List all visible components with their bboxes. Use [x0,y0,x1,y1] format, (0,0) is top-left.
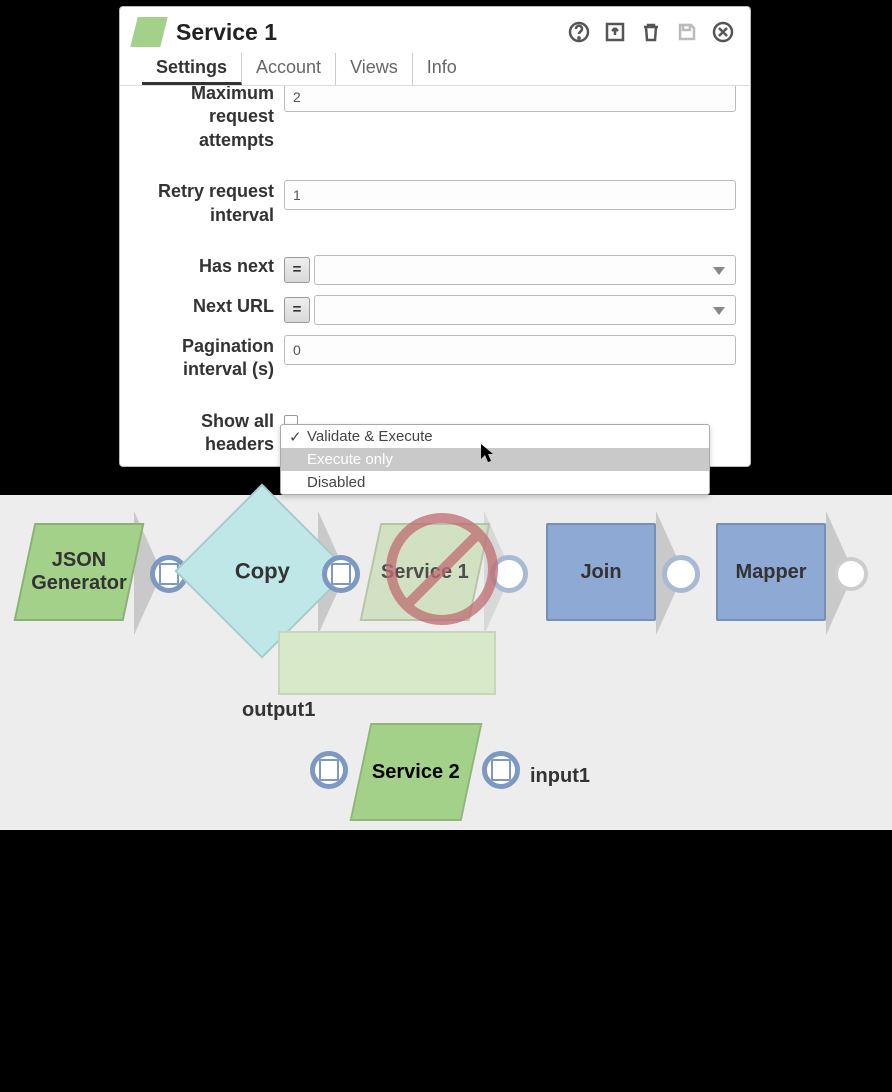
expr-toggle-has-next[interactable]: = [284,257,310,283]
trash-icon[interactable] [638,19,664,45]
tab-views[interactable]: Views [336,53,413,85]
tab-account[interactable]: Account [242,53,336,85]
row-pagination: Pagination interval (s) [134,335,736,382]
hand-cursor-icon: ☟ [705,1067,717,1092]
mouse-cursor-icon [480,443,494,463]
settings-dialog: Service 1 Settings Account Views Info Ma… [119,6,751,467]
dd-option-disabled[interactable]: Disabled [281,471,709,494]
close-icon[interactable] [710,19,736,45]
label-next-url: Next URL [134,295,284,318]
node-label: Join [580,561,621,584]
node-service-2[interactable]: Service 2 [350,723,483,821]
label-output1: output1 [242,699,315,722]
row-max-attempts: Maximum request attempts [134,86,736,152]
dialog-header: Service 1 [120,7,750,53]
node-json-generator[interactable]: JSON Generator [14,523,145,621]
input-retry-interval[interactable] [284,180,736,210]
snap-glyph-icon [130,17,167,47]
node-label: JSON Generator [26,549,132,595]
connector-doc-icon[interactable] [322,555,360,593]
dd-option-validate-execute[interactable]: Validate & Execute [281,425,709,448]
expr-toggle-next-url[interactable]: = [284,297,310,323]
pipeline-row-1: JSON Generator Copy Service 1 Join Mappe… [18,511,874,635]
pipeline-canvas[interactable]: JSON Generator Copy Service 1 Join Mappe… [0,495,892,830]
node-mapper[interactable]: Mapper [716,523,826,621]
header-toolbar [566,19,736,45]
label-show-headers: Show all headers [134,410,284,457]
dd-option-execute-only[interactable]: Execute only [281,448,709,471]
row-next-url: Next URL = [134,295,736,325]
connector-doc-icon[interactable] [482,751,520,789]
tab-bar: Settings Account Views Info [120,53,750,86]
label-retry-interval: Retry request interval [134,180,284,227]
label-input1: input1 [530,765,590,788]
row-retry-interval: Retry request interval [134,180,736,227]
select-has-next[interactable] [314,255,736,285]
snap-exec-dropdown: Validate & Execute Execute only Disabled [280,424,710,495]
export-icon[interactable] [602,19,628,45]
tab-info[interactable]: Info [413,53,471,85]
node-join[interactable]: Join [546,523,656,621]
form-area: Maximum request attempts Retry request i… [120,86,750,466]
node-label: Service 2 [372,761,460,784]
connector-icon[interactable] [662,555,700,593]
input-max-attempts[interactable] [284,86,736,112]
label-max-attempts: Maximum request attempts [134,86,284,152]
label-has-next: Has next [134,255,284,278]
node-label: Copy [235,558,290,584]
row-has-next: Has next = [134,255,736,285]
node-label: Mapper [735,561,806,584]
disabled-overlay-icon [386,513,498,625]
dialog-title: Service 1 [176,19,554,46]
branch-connector [278,631,496,695]
help-icon[interactable] [566,19,592,45]
tab-settings[interactable]: Settings [142,53,242,85]
input-pagination[interactable] [284,335,736,365]
label-pagination: Pagination interval (s) [134,335,284,382]
select-next-url[interactable] [314,295,736,325]
connector-doc-icon[interactable] [310,751,348,789]
save-icon[interactable] [674,19,700,45]
output-port-icon[interactable] [834,557,868,591]
